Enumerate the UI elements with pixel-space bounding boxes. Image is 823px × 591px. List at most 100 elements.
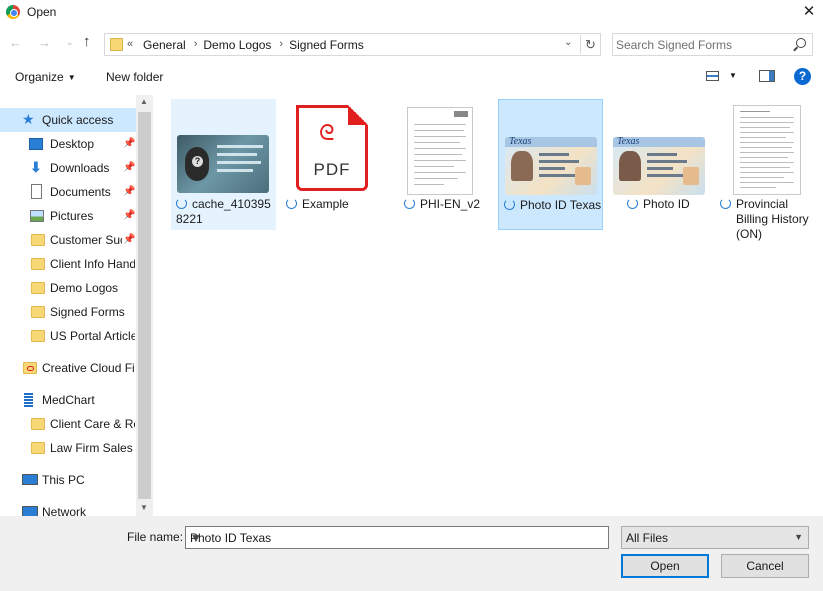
- text-line: [740, 127, 790, 128]
- forward-button[interactable]: →: [38, 35, 51, 50]
- close-button[interactable]: ✕: [795, 0, 823, 24]
- scroll-up-icon[interactable]: ▲: [140, 97, 148, 106]
- new-folder-button[interactable]: New folder: [106, 70, 163, 84]
- sidebar-item-medchart[interactable]: MedChart: [0, 388, 136, 412]
- chevron-down-icon[interactable]: ⌄: [564, 37, 572, 48]
- view-icon[interactable]: [706, 71, 719, 81]
- card-seal: [683, 167, 699, 185]
- text-line: [647, 174, 683, 177]
- sidebar-item-pictures[interactable]: Pictures 📌: [0, 204, 136, 228]
- sidebar-item-label: Quick access: [42, 113, 114, 127]
- address-bar[interactable]: « General › Demo Logos › Signed Forms ⌄ …: [104, 33, 601, 56]
- breadcrumb-signed-forms[interactable]: Signed Forms: [289, 38, 364, 52]
- cancel-button[interactable]: Cancel: [721, 554, 809, 578]
- text-line: [217, 169, 253, 172]
- sidebar-item-desktop[interactable]: Desktop 📌: [0, 132, 136, 156]
- file-item-photo-id-texas[interactable]: Texas Photo ID Texas: [498, 99, 603, 230]
- sidebar-item-documents[interactable]: Documents 📌: [0, 180, 136, 204]
- help-icon[interactable]: ?: [794, 68, 811, 85]
- file-name-label: File name:: [127, 530, 184, 544]
- sidebar-item-downloads[interactable]: ⬇ Downloads 📌: [0, 156, 136, 180]
- sidebar-item-signed-forms[interactable]: Signed Forms: [0, 300, 136, 324]
- text-line: [740, 172, 794, 173]
- recent-locations-button[interactable]: ⌄: [66, 37, 74, 48]
- file-type-select[interactable]: All Files ▼: [621, 526, 809, 549]
- organize-button[interactable]: Organize ▼: [15, 70, 76, 84]
- command-bar: Organize ▼ New folder ▼ ?: [0, 64, 823, 90]
- navigation-bar: ← → ⌄ ↑ « General › Demo Logos › Signed …: [0, 30, 823, 58]
- text-line: [740, 111, 770, 112]
- caret-down-icon: ▼: [67, 73, 76, 82]
- scroll-down-icon[interactable]: ▼: [140, 503, 148, 512]
- pin-icon[interactable]: 📌: [123, 132, 135, 156]
- text-line: [740, 162, 794, 163]
- pin-icon[interactable]: 📌: [123, 204, 135, 228]
- breadcrumb-demo-logos[interactable]: Demo Logos: [203, 38, 271, 52]
- building-icon: [24, 393, 33, 407]
- search-box[interactable]: [612, 33, 813, 56]
- sidebar-item-us-portal-article[interactable]: US Portal Article: [0, 324, 136, 348]
- navigation-pane: ★ Quick access Desktop 📌 ⬇ Downloads 📌 D…: [0, 95, 153, 516]
- bottom-panel: File name: Photo ID Texas ▼ All Files ▼ …: [0, 516, 823, 591]
- chevron-down-icon[interactable]: ▼: [794, 532, 803, 542]
- window-title: Open: [27, 5, 57, 19]
- up-button[interactable]: ↑: [83, 33, 91, 50]
- open-button[interactable]: Open: [621, 554, 709, 578]
- text-line: [740, 122, 794, 123]
- scrollbar-thumb[interactable]: [138, 112, 151, 499]
- sidebar-item-creative-cloud[interactable]: Creative Cloud Fil: [0, 356, 136, 380]
- sidebar-item-client-care[interactable]: Client Care & Re: [0, 412, 136, 436]
- chevron-right-icon[interactable]: ›: [279, 38, 283, 52]
- file-thumbnail: ?: [171, 99, 276, 193]
- preview-pane-icon[interactable]: [759, 70, 775, 82]
- text-line: [414, 136, 466, 137]
- search-input[interactable]: [616, 36, 791, 53]
- sidebar-item-this-pc[interactable]: This PC: [0, 468, 136, 492]
- sidebar-item-label: This PC: [42, 473, 85, 487]
- crumbs-overflow[interactable]: «: [127, 38, 133, 50]
- file-name: Provincial Billing History (ON): [720, 197, 820, 242]
- file-item-cache[interactable]: ? cache_4103958221: [171, 99, 276, 230]
- file-item-photo-id[interactable]: Texas Photo ID: [607, 99, 712, 230]
- breadcrumb: General › Demo Logos › Signed Forms: [143, 38, 364, 52]
- chevron-right-icon[interactable]: ›: [194, 38, 198, 52]
- file-item-example[interactable]: ᘓ PDF Example: [276, 99, 381, 230]
- pin-icon[interactable]: 📌: [123, 228, 135, 252]
- breadcrumb-general[interactable]: General: [143, 38, 186, 52]
- text-line: [539, 160, 579, 163]
- file-name-input[interactable]: Photo ID Texas ▼: [185, 526, 609, 549]
- chrome-icon: [6, 5, 20, 19]
- text-line: [539, 167, 565, 170]
- refresh-button[interactable]: ↻: [580, 35, 600, 54]
- chevron-down-icon[interactable]: ▼: [190, 531, 603, 545]
- text-line: [217, 145, 263, 148]
- file-item-phi-en[interactable]: PHI-EN_v2: [381, 99, 486, 230]
- sidebar-item-demo-logos[interactable]: Demo Logos: [0, 276, 136, 300]
- sidebar-item-network[interactable]: Network: [0, 500, 136, 516]
- text-line: [647, 167, 673, 170]
- sidebar-item-client-info-hand[interactable]: Client Info Hand: [0, 252, 136, 276]
- view-options-button[interactable]: ▼: [729, 71, 737, 80]
- logo-block: [454, 111, 468, 117]
- sync-icon: [404, 198, 415, 209]
- text-line: [414, 160, 466, 161]
- file-name: Example: [286, 197, 386, 212]
- sidebar-scrollbar[interactable]: ▲ ▼: [136, 95, 153, 516]
- pdf-fold: [348, 105, 368, 125]
- text-line: [740, 177, 784, 178]
- file-item-provincial-billing[interactable]: Provincial Billing History (ON): [716, 99, 821, 241]
- pc-icon: [22, 474, 38, 485]
- search-icon[interactable]: [796, 38, 806, 48]
- text-line: [740, 137, 786, 138]
- text-line: [414, 148, 466, 149]
- text-line: [740, 152, 794, 153]
- state-wordmark: Texas: [509, 137, 532, 147]
- file-name-text: Example: [302, 197, 349, 211]
- sidebar-item-law-firm-sales[interactable]: Law Firm Sales -: [0, 436, 136, 460]
- pin-icon[interactable]: 📌: [123, 156, 135, 180]
- sidebar-item-customer-success[interactable]: Customer Succ 📌: [0, 228, 136, 252]
- pin-icon[interactable]: 📌: [123, 180, 135, 204]
- back-button[interactable]: ←: [9, 35, 22, 50]
- sidebar-item-quick-access[interactable]: ★ Quick access: [0, 108, 136, 132]
- documents-icon: [31, 184, 42, 199]
